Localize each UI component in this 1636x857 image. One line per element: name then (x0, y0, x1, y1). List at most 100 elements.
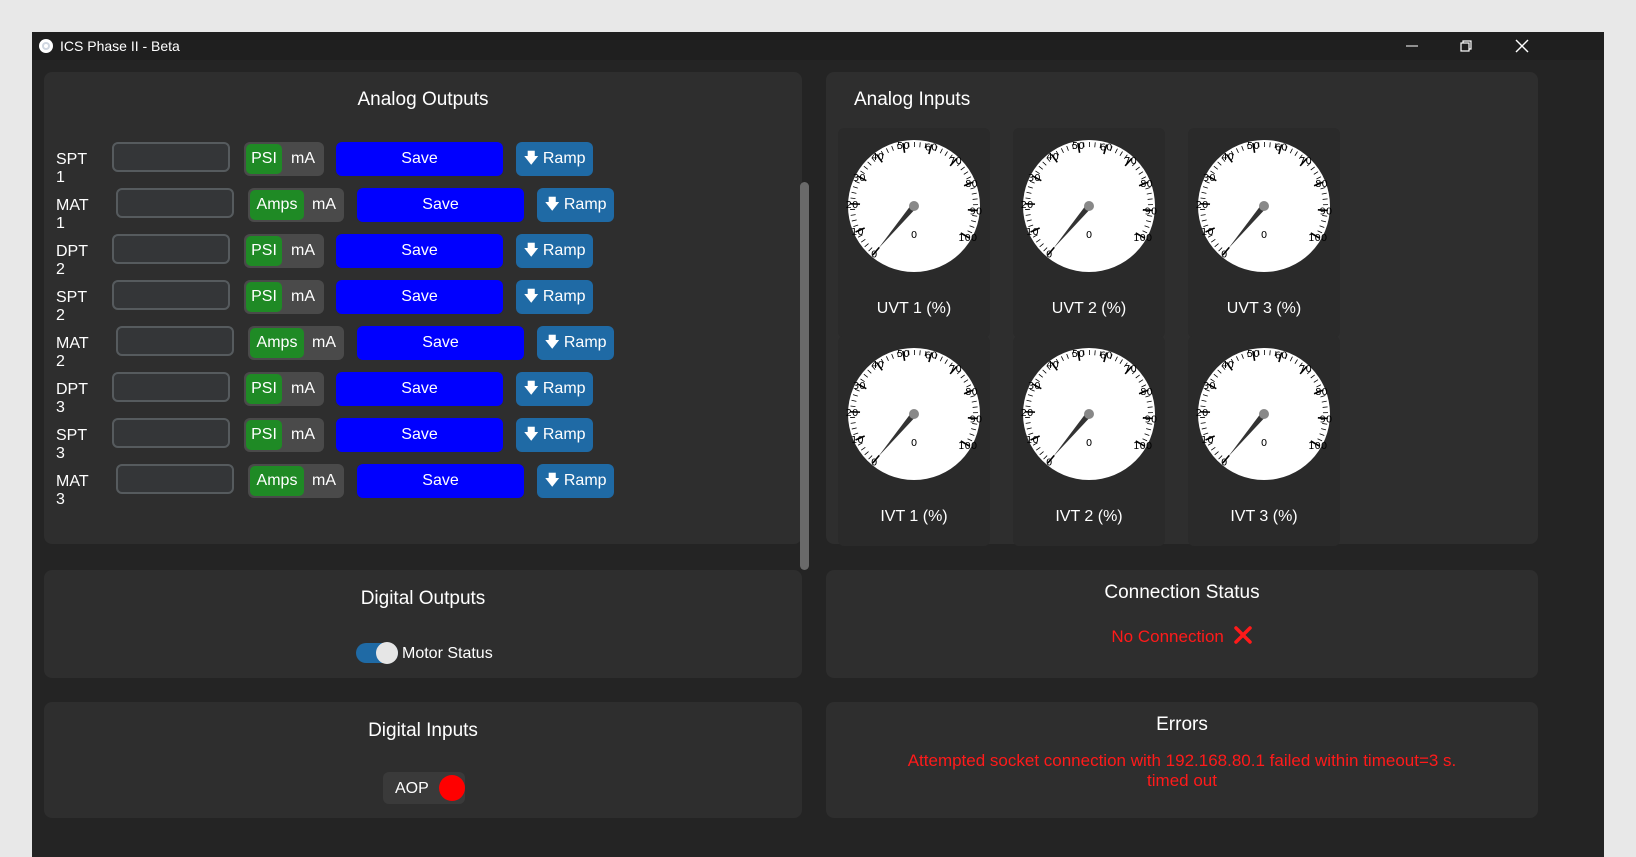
unit-option-selected[interactable]: PSI (246, 236, 282, 266)
save-button[interactable]: Save (336, 280, 503, 314)
save-button[interactable]: Save (336, 142, 503, 176)
motor-status-toggle[interactable] (356, 642, 398, 664)
unit-selector: PSI mA (244, 418, 324, 452)
save-button[interactable]: Save (357, 188, 524, 222)
gauge-tick-label: 90 (969, 414, 982, 425)
app-icon (38, 38, 54, 57)
analog-output-input[interactable] (116, 464, 234, 494)
gauge-tick-label: 70 (949, 156, 962, 167)
down-arrow-icon: 🡇 (523, 150, 539, 167)
save-button[interactable]: Save (336, 234, 503, 268)
analog-output-input[interactable] (116, 188, 234, 218)
gauge-tick-label: 80 (1315, 179, 1328, 190)
save-button[interactable]: Save (357, 464, 524, 498)
ramp-button[interactable]: 🡇 Ramp (516, 372, 593, 406)
gauge-tick-label: 40 (1221, 152, 1234, 163)
unit-option-ma[interactable]: mA (284, 236, 322, 266)
ramp-button[interactable]: 🡇 Ramp (516, 280, 593, 314)
gauge-card: 0 10 20 30 40 50 60 70 80 90 100 0 UVT 1 (%) (838, 128, 990, 338)
gauge-tick-label: 90 (1319, 206, 1332, 217)
gauge-dial: 0 10 20 30 40 50 60 70 80 90 100 0 (846, 348, 982, 480)
ramp-button[interactable]: 🡇 Ramp (516, 234, 593, 268)
unit-option-ma[interactable]: mA (284, 282, 322, 312)
unit-option-ma[interactable]: mA (306, 190, 342, 220)
gauge-tick-label: 80 (1315, 387, 1328, 398)
gauge-tick-label: 70 (1299, 156, 1312, 167)
ramp-label: Ramp (542, 426, 586, 443)
gauge-tick-label: 0 (1046, 457, 1052, 468)
unit-option-ma[interactable]: mA (306, 328, 342, 358)
gauge-tick-label: 70 (1299, 364, 1312, 375)
analog-output-input[interactable] (112, 372, 230, 402)
gauge-tick-label: 100 (1308, 441, 1327, 452)
unit-option-selected[interactable]: PSI (246, 282, 282, 312)
unit-option-selected[interactable]: Amps (250, 466, 304, 496)
title-bar: ICS Phase II - Beta (32, 32, 1604, 60)
app-window: ICS Phase II - Beta Analog Outputs SPT 1… (32, 32, 1604, 857)
analog-outputs-scrollbar[interactable] (800, 182, 809, 570)
gauge-tick-label: 40 (1046, 152, 1059, 163)
ramp-label: Ramp (563, 196, 607, 213)
down-arrow-icon: 🡇 (544, 196, 560, 213)
aop-led (439, 775, 465, 801)
gauge-minor-tick (1322, 406, 1328, 408)
gauge-tick-label: 0 (871, 249, 877, 260)
analog-output-input[interactable] (112, 418, 230, 448)
gauge-hub (1259, 201, 1269, 211)
connection-status-panel: Connection Status No Connection (826, 570, 1538, 678)
analog-inputs-panel: Analog Inputs 0 10 20 30 40 50 60 70 80 90 100 0 UVT… (826, 72, 1538, 546)
save-button[interactable]: Save (357, 326, 524, 360)
gauge-hub (1259, 409, 1269, 419)
analog-output-input[interactable] (116, 326, 234, 356)
analog-output-input[interactable] (112, 234, 230, 264)
gauge-tick-label: 60 (925, 350, 938, 361)
gauge-tick-label: 0 (1221, 249, 1227, 260)
unit-option-ma[interactable]: mA (284, 144, 322, 174)
gauge-tick-label: 50 (1247, 141, 1260, 152)
ramp-button[interactable]: 🡇 Ramp (537, 326, 614, 360)
unit-option-selected[interactable]: PSI (246, 374, 282, 404)
gauge-tick-label: 90 (1319, 414, 1332, 425)
save-button[interactable]: Save (336, 372, 503, 406)
gauge-tick-label: 30 (1028, 173, 1041, 184)
unit-option-selected[interactable]: Amps (250, 190, 304, 220)
gauge-tick-label: 60 (1100, 350, 1113, 361)
minimize-icon (1406, 45, 1418, 47)
gauge-minor-tick (1147, 406, 1153, 408)
gauge-tick-label: 30 (1203, 173, 1216, 184)
gauge-tick-label: 90 (1144, 206, 1157, 217)
gauge-tick-label: 70 (949, 364, 962, 375)
gauge-tick-label: 100 (1133, 233, 1152, 244)
gauge-tick-label: 10 (1201, 435, 1214, 446)
gauge-hub (1084, 409, 1094, 419)
motor-status-label: Motor Status (402, 645, 493, 662)
gauge-card: 0 10 20 30 40 50 60 70 80 90 100 0 UVT 3 (%) (1188, 128, 1340, 338)
ramp-button[interactable]: 🡇 Ramp (537, 464, 614, 498)
restore-button[interactable] (1451, 35, 1481, 57)
errors-title: Errors (1156, 714, 1208, 735)
ramp-button[interactable]: 🡇 Ramp (537, 188, 614, 222)
unit-option-ma[interactable]: mA (284, 420, 322, 450)
connection-status-text: No Connection (826, 625, 1538, 647)
analog-output-input[interactable] (112, 142, 230, 172)
unit-option-ma[interactable]: mA (306, 466, 342, 496)
gauge-tick-label: 0 (871, 457, 877, 468)
unit-option-ma[interactable]: mA (284, 374, 322, 404)
unit-option-selected[interactable]: PSI (246, 420, 282, 450)
analog-output-label: MAT 2 (56, 335, 89, 370)
analog-output-input[interactable] (112, 280, 230, 310)
ramp-button[interactable]: 🡇 Ramp (516, 142, 593, 176)
analog-output-label: MAT 1 (56, 197, 89, 232)
unit-option-selected[interactable]: PSI (246, 144, 282, 174)
ramp-label: Ramp (542, 150, 586, 167)
gauge-card: 0 10 20 30 40 50 60 70 80 90 100 0 IVT 2 (%) (1013, 336, 1165, 546)
gauge-tick-label: 20 (1196, 200, 1209, 211)
minimize-button[interactable] (1397, 35, 1427, 57)
close-button[interactable] (1507, 35, 1537, 57)
gauge-tick-label: 50 (897, 141, 910, 152)
gauge-readout: 0 (911, 230, 917, 241)
unit-option-selected[interactable]: Amps (250, 328, 304, 358)
ramp-button[interactable]: 🡇 Ramp (516, 418, 593, 452)
window-title: ICS Phase II - Beta (60, 38, 180, 54)
save-button[interactable]: Save (336, 418, 503, 452)
